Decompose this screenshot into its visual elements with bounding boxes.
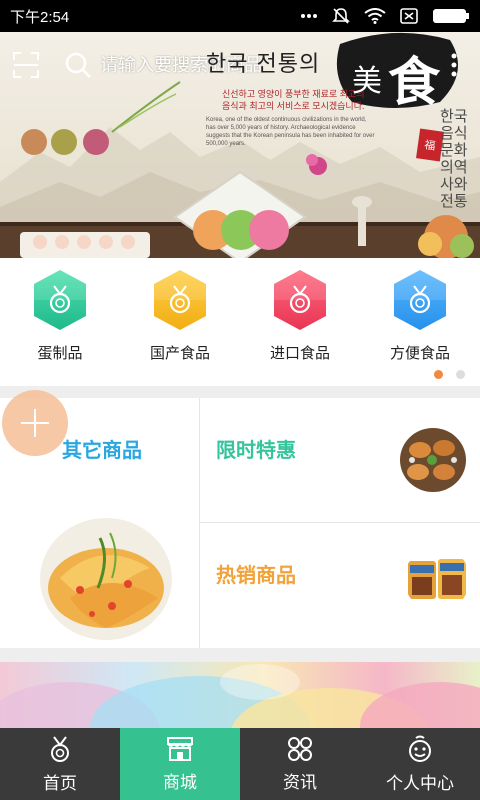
promo-hot-products[interactable]: 热销商品	[200, 523, 480, 648]
medal-icon	[34, 270, 86, 330]
promo-other-products[interactable]: 其它商品	[0, 390, 200, 648]
banner-korean-title: 한국 전통의	[206, 52, 321, 77]
pager-dot[interactable]	[456, 370, 465, 379]
status-time: 下午2:54	[10, 8, 70, 26]
section-divider	[0, 386, 480, 398]
hot-products-image	[404, 547, 470, 611]
banner-logo: 美 食	[344, 40, 450, 113]
store-icon	[167, 736, 193, 761]
logo-char-1: 美	[352, 64, 382, 99]
user-face-icon	[409, 735, 431, 762]
promo-other-title: 其它商品	[62, 440, 142, 462]
battery-icon	[433, 9, 469, 23]
tab-news[interactable]: 资讯	[240, 728, 360, 800]
mochi-illustration	[0, 664, 480, 728]
medal-icon	[394, 270, 446, 330]
promo-grid: 其它商品 限时特惠 热销商品	[0, 390, 480, 648]
promo-hot-title: 热销商品	[216, 565, 296, 587]
bottom-banner-image[interactable]	[0, 662, 480, 728]
tab-mall[interactable]: 商城	[120, 728, 240, 800]
scan-button[interactable]	[10, 49, 42, 81]
sim-icon	[400, 8, 418, 24]
status-bar: 下午2:54	[0, 0, 480, 32]
section-divider	[0, 648, 480, 662]
banner-vertical-text: 한국음식문화의역사와전통	[440, 107, 468, 210]
promo-limited-title: 限时特惠	[216, 440, 296, 462]
category-label: 国产食品	[149, 345, 210, 362]
pager-dot-active[interactable]	[434, 370, 443, 379]
notification-off-icon	[332, 8, 350, 24]
tab-label: 资讯	[283, 772, 317, 792]
limited-offer-image	[400, 428, 466, 492]
tab-label: 首页	[43, 773, 77, 793]
search-icon	[65, 52, 91, 78]
promo-limited-offer[interactable]: 限时特惠	[200, 398, 480, 523]
bottom-tab-bar: 首页 商城 资讯 个人中心	[0, 728, 480, 800]
status-icons	[300, 7, 470, 25]
tab-label: 个人中心	[386, 773, 454, 793]
logo-char-2: 食	[388, 52, 441, 113]
wifi-icon	[364, 8, 386, 24]
tab-home[interactable]: 首页	[0, 728, 120, 800]
tab-profile[interactable]: 个人中心	[360, 728, 480, 800]
banner-english-text: Korea, one of the oldest continuous civi…	[206, 117, 375, 147]
category-pager	[0, 366, 480, 382]
category-label: 进口食品	[269, 345, 330, 362]
medal-icon	[154, 270, 206, 330]
tab-label: 商城	[163, 772, 197, 792]
plus-icon	[21, 409, 49, 437]
category-label: 蛋制品	[37, 345, 83, 362]
banner[interactable]: 한국 전통의 신선하고 영양이 풍부한 재료로 최고의 음식과 최고의 서비스로…	[0, 32, 480, 258]
add-button[interactable]	[2, 390, 68, 456]
category-label: 方便食品	[389, 345, 450, 362]
medal-icon	[274, 270, 326, 330]
other-products-image	[40, 518, 172, 640]
scan-icon	[13, 52, 39, 78]
more-dots-icon	[301, 14, 317, 18]
grid-icon	[288, 736, 312, 761]
medal-icon	[51, 735, 69, 762]
